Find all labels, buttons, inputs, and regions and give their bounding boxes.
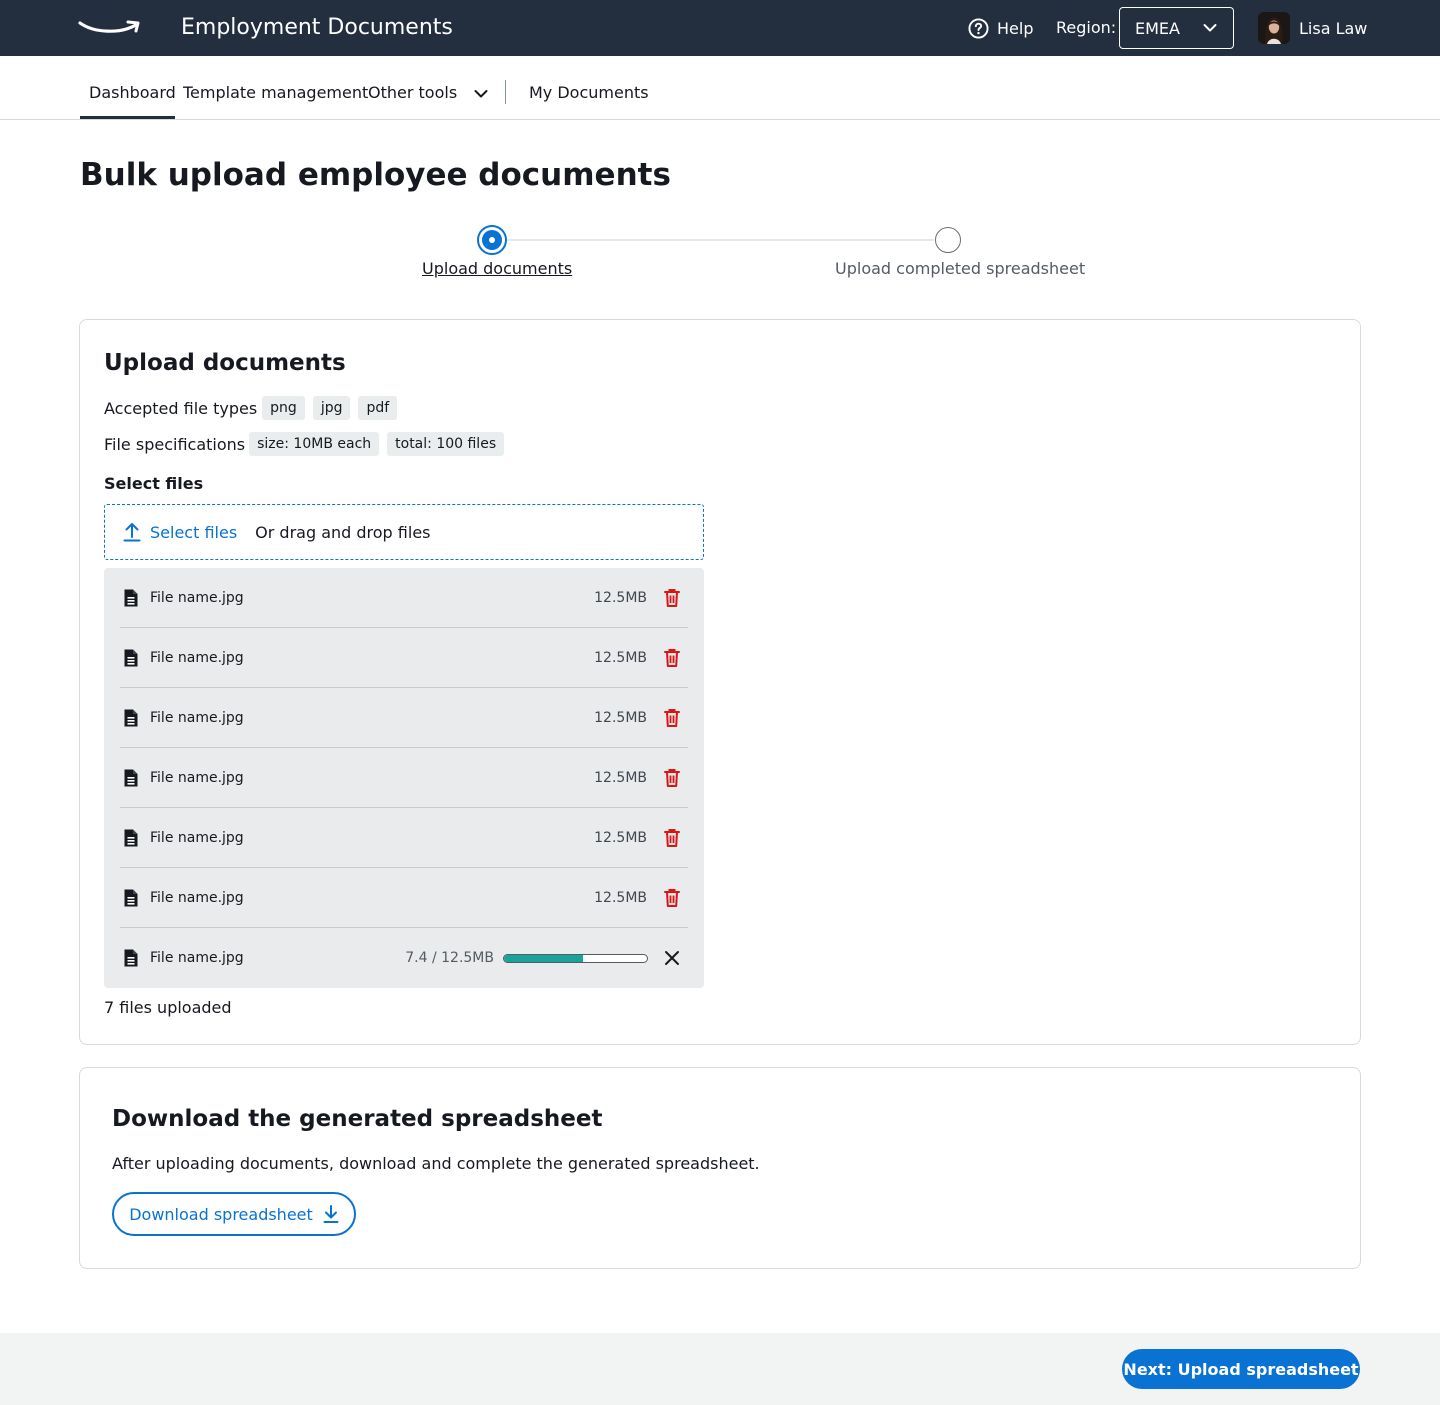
file-row: File name.jpg 12.5MB (120, 568, 688, 628)
region-select[interactable]: EMEA (1119, 7, 1234, 49)
file-name: File name.jpg (150, 950, 244, 966)
file-type-badge: png (262, 396, 305, 420)
step-2-indicator[interactable] (935, 227, 961, 253)
file-specifications: File specifications size: 10MB each tota… (104, 432, 505, 456)
upload-progress-fill (504, 954, 583, 962)
chevron-down-icon (474, 89, 488, 97)
delete-trash-icon[interactable] (664, 708, 680, 728)
delete-trash-icon[interactable] (664, 588, 680, 608)
file-size: 12.5MB (594, 889, 647, 906)
delete-trash-icon[interactable] (664, 648, 680, 668)
document-icon (124, 769, 138, 786)
secondary-navigation: Dashboard Template management Other tool… (0, 56, 1440, 120)
next-upload-spreadsheet-button[interactable]: Next: Upload spreadsheet (1122, 1349, 1360, 1389)
stepper-connector (506, 239, 934, 241)
accepted-types-label: Accepted file types (104, 398, 258, 418)
select-files-button[interactable]: Select files (123, 522, 237, 542)
file-size: 12.5MB (594, 769, 647, 786)
upload-progress-bar (503, 953, 648, 963)
file-dropzone[interactable]: Select files Or drag and drop files (104, 504, 704, 560)
document-icon (124, 649, 138, 666)
delete-trash-icon[interactable] (664, 888, 680, 908)
file-specs-label: File specifications (104, 434, 246, 454)
download-icon (323, 1205, 339, 1223)
cancel-upload-icon[interactable] (664, 950, 680, 966)
accepted-file-types: Accepted file types png jpg pdf (104, 396, 398, 420)
document-icon (124, 589, 138, 606)
file-row: File name.jpg 12.5MB (120, 628, 688, 688)
file-row: File name.jpg 12.5MB (120, 808, 688, 868)
file-row: File name.jpg 12.5MB (120, 688, 688, 748)
help-label: Help (997, 18, 1034, 38)
file-size: 12.5MB (594, 829, 647, 846)
file-row: File name.jpg 12.5MB (120, 748, 688, 808)
top-navigation-bar: Employment Documents Help Region: EMEA L… (0, 0, 1440, 56)
nav-tab-dashboard[interactable]: Dashboard (89, 83, 176, 103)
upload-icon (123, 523, 141, 542)
file-row: File name.jpg 12.5MB (120, 868, 688, 928)
step-1-label[interactable]: Upload documents (422, 259, 572, 279)
drag-drop-text: Or drag and drop files (255, 522, 431, 542)
file-spec-badge: total: 100 files (387, 432, 505, 456)
user-menu[interactable]: Lisa Law (1258, 12, 1367, 44)
select-files-label: Select files (104, 474, 204, 493)
document-icon (124, 709, 138, 726)
file-name: File name.jpg (150, 829, 244, 846)
app-title[interactable]: Employment Documents (181, 14, 453, 42)
download-spreadsheet-button[interactable]: Download spreadsheet (112, 1192, 356, 1236)
file-size: 12.5MB (594, 589, 647, 606)
avatar-photo-icon (1258, 12, 1290, 44)
file-size: 12.5MB (594, 649, 647, 666)
upload-progress-text: 7.4 / 12.5MB (405, 950, 494, 966)
document-icon (124, 949, 138, 967)
file-name: File name.jpg (150, 589, 244, 606)
file-name: File name.jpg (150, 769, 244, 786)
file-type-badge: pdf (358, 396, 398, 420)
files-uploaded-count: 7 files uploaded (104, 998, 232, 1017)
region-value: EMEA (1135, 18, 1180, 38)
file-spec-badge: size: 10MB each (249, 432, 380, 456)
document-icon (124, 829, 138, 846)
help-circle-icon (968, 17, 989, 39)
file-name: File name.jpg (150, 709, 244, 726)
delete-trash-icon[interactable] (664, 828, 680, 848)
page-title: Bulk upload employee documents (80, 157, 671, 193)
download-card-description: After uploading documents, download and … (112, 1154, 760, 1173)
chevron-down-icon (1203, 24, 1217, 32)
avatar (1258, 12, 1290, 44)
step-2-label[interactable]: Upload completed spreadsheet (835, 259, 1085, 279)
file-name: File name.jpg (150, 889, 244, 906)
uploading-file-row: File name.jpg 7.4 / 12.5MB (120, 928, 688, 988)
document-icon (124, 889, 138, 906)
nav-tab-other-tools-label: Other tools (368, 83, 458, 102)
step-1-indicator[interactable] (477, 225, 507, 255)
user-name: Lisa Law (1299, 18, 1368, 38)
nav-tab-template-management[interactable]: Template management (183, 83, 368, 103)
download-card-title: Download the generated spreadsheet (112, 1106, 603, 1132)
region-label: Region: (1056, 18, 1117, 37)
help-link[interactable]: Help (968, 17, 1033, 39)
delete-trash-icon[interactable] (664, 768, 680, 788)
file-type-badge: jpg (312, 396, 351, 420)
upload-card-title: Upload documents (104, 350, 346, 376)
nav-tab-my-documents[interactable]: My Documents (529, 83, 649, 103)
file-name: File name.jpg (150, 649, 244, 666)
uploaded-file-list: File name.jpg 12.5MB File name.jpg 12.5MB Fi… (104, 568, 704, 988)
file-size: 12.5MB (594, 709, 647, 726)
select-files-button-label: Select files (150, 522, 238, 542)
nav-tab-other-tools[interactable]: Other tools (368, 83, 488, 103)
download-button-label: Download spreadsheet (129, 1204, 313, 1224)
logo-smile-icon[interactable] (78, 16, 144, 40)
active-tab-indicator (80, 116, 175, 119)
nav-divider (505, 80, 506, 104)
